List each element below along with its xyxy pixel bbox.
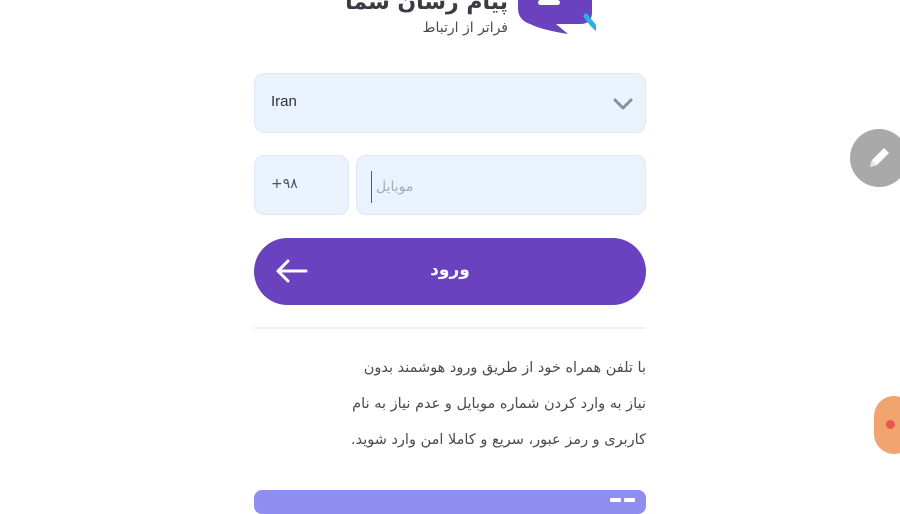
mobile-input[interactable] bbox=[371, 171, 636, 203]
login-button-label: ورود bbox=[430, 260, 470, 280]
login-description: با تلفن همراه خود از طریق ورود هوشمند بد… bbox=[254, 350, 646, 458]
country-code-value: +۹۸ bbox=[271, 176, 298, 192]
bottom-action-bar[interactable] bbox=[254, 490, 646, 514]
login-button[interactable]: ورود bbox=[254, 238, 646, 305]
divider bbox=[254, 327, 646, 329]
description-line: با تلفن همراه خود از طریق ورود هوشمند بد… bbox=[363, 360, 646, 376]
edit-floating-button[interactable] bbox=[850, 129, 900, 187]
description-line: نیاز به وارد کردن شماره موبایل و عدم نیا… bbox=[352, 396, 646, 412]
side-floating-button[interactable] bbox=[874, 396, 900, 454]
logo-tagline: فراتر از ارتباط bbox=[422, 20, 508, 36]
app-logo: پیام رسان شما فراتر از ارتباط bbox=[300, 0, 600, 46]
chat-bubble-logo-icon bbox=[518, 0, 596, 34]
pencil-icon bbox=[870, 148, 889, 167]
country-select[interactable]: Iran bbox=[254, 73, 646, 133]
country-code-field[interactable]: +۹۸ bbox=[254, 155, 349, 215]
menu-icon bbox=[610, 498, 635, 502]
logo-title: پیام رسان شما bbox=[345, 0, 508, 15]
description-line: کاربری و رمز عبور، سریع و کاملا امن وارد… bbox=[350, 432, 646, 448]
country-value: Iran bbox=[271, 93, 297, 110]
mobile-field[interactable] bbox=[356, 155, 646, 215]
chevron-down-icon bbox=[613, 98, 633, 110]
record-dot-icon bbox=[886, 420, 895, 429]
